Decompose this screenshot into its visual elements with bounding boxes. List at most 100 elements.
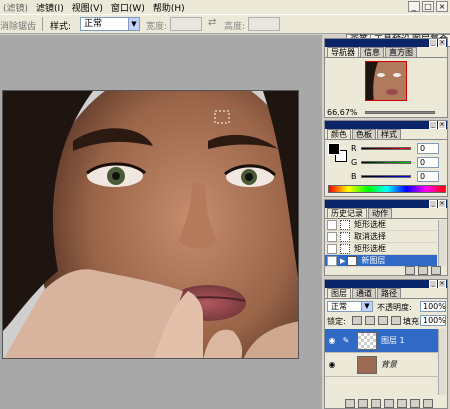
menu-item-partial[interactable]: (滤镜) [0, 1, 31, 14]
layer-list: ◉ ✎ 图层 1 ◉ 背景 [325, 329, 439, 377]
eye-icon[interactable]: ◉ [325, 360, 339, 369]
close-icon[interactable]: × [438, 121, 446, 129]
layer-row[interactable]: ◉ 背景 [325, 353, 439, 377]
eye-icon[interactable]: ◉ [325, 336, 339, 345]
tab-layers[interactable]: 图层 [327, 288, 351, 298]
trash-icon[interactable] [431, 266, 441, 275]
close-button[interactable]: × [436, 1, 448, 12]
history-item[interactable]: 矩形选框 [325, 219, 437, 231]
channel-b-value[interactable]: 0 [417, 170, 439, 182]
menu-item-window[interactable]: 窗口(W) [108, 1, 148, 14]
channel-b-slider[interactable] [361, 174, 411, 178]
history-snapshot-checkbox[interactable] [327, 243, 337, 254]
color-panel: _ × 颜色 色板 样式 R 0 G 0 B 0 [324, 120, 448, 197]
layer-style-icon[interactable] [358, 399, 368, 408]
navigator-tabs: 导航器 信息 直方图 [325, 47, 447, 58]
lock-all-icon[interactable] [391, 316, 401, 325]
history-scrollbar[interactable] [438, 220, 446, 266]
layers-panel: _ × 图层 通道 路径 正常 ▼ 不透明度: 100% 锁定: 填充: 100… [324, 279, 448, 409]
layer-row-selected[interactable]: ◉ ✎ 图层 1 [325, 329, 439, 353]
navigator-panel: _ × 导航器 信息 直方图 66.67% [324, 38, 448, 118]
style-select[interactable]: 正常 ▼ [80, 17, 140, 31]
tab-histogram[interactable]: 直方图 [385, 47, 417, 57]
history-snapshot-checkbox[interactable] [327, 219, 337, 230]
layer-name[interactable]: 图层 1 [381, 335, 405, 346]
foreground-color-swatch[interactable] [328, 143, 340, 155]
menu-item-help[interactable]: 帮助(H) [150, 1, 188, 14]
minimize-icon[interactable]: _ [429, 39, 437, 47]
minimize-button[interactable]: _ [408, 1, 420, 12]
slider-row-b: B 0 [351, 169, 446, 183]
new-document-icon[interactable] [405, 266, 415, 275]
new-group-icon[interactable] [397, 399, 407, 408]
history-snapshot-checkbox[interactable] [327, 255, 337, 266]
minimize-icon[interactable]: _ [429, 121, 437, 129]
adjustment-layer-icon[interactable] [384, 399, 394, 408]
swap-icon[interactable]: ⇄ [208, 17, 216, 28]
marquee-icon [340, 219, 350, 230]
history-item[interactable]: 矩形选框 [325, 243, 437, 255]
close-icon[interactable]: × [438, 280, 446, 288]
channel-g-value[interactable]: 0 [417, 156, 439, 168]
color-sliders: R 0 G 0 B 0 [351, 141, 446, 183]
tab-paths[interactable]: 路径 [377, 288, 401, 298]
zoom-level[interactable]: 66.67% [327, 108, 358, 117]
layers-title-bar: _ × [325, 280, 447, 288]
lock-label: 锁定: [327, 317, 346, 326]
layer-mask-icon[interactable] [371, 399, 381, 408]
tab-color[interactable]: 颜色 [327, 129, 351, 139]
lock-transparency-icon[interactable] [352, 316, 362, 325]
channel-g-slider[interactable] [361, 160, 411, 164]
trash-icon[interactable] [423, 399, 433, 408]
history-list: 矩形选框 取消选择 矩形选框 ▶ 新图层 [325, 219, 437, 267]
menu-bar: (滤镜) 滤镜(I) 视图(V) 窗口(W) 帮助(H) [0, 0, 450, 14]
lock-position-icon[interactable] [378, 316, 388, 325]
tab-actions[interactable]: 动作 [368, 208, 392, 218]
history-state-pointer-icon: ▶ [340, 256, 346, 265]
tab-swatches[interactable]: 色板 [352, 129, 376, 139]
tab-styles[interactable]: 样式 [377, 129, 401, 139]
brush-icon[interactable]: ✎ [339, 336, 353, 345]
navigator-thumbnail[interactable] [365, 61, 407, 101]
snapshot-icon[interactable] [418, 266, 428, 275]
channel-g-label: G [351, 157, 358, 167]
history-snapshot-checkbox[interactable] [327, 231, 337, 242]
width-label: 宽度: [146, 22, 168, 32]
tab-channels[interactable]: 通道 [352, 288, 376, 298]
window-controls: _ □ × [408, 1, 448, 12]
lock-image-icon[interactable] [365, 316, 375, 325]
tab-navigator[interactable]: 导航器 [327, 47, 359, 57]
portrait-image [3, 91, 298, 358]
channel-r-slider[interactable] [361, 146, 411, 150]
maximize-button[interactable]: □ [422, 1, 434, 12]
minimize-icon[interactable]: _ [429, 280, 437, 288]
layer-name[interactable]: 背景 [381, 359, 397, 370]
blend-mode-select[interactable]: 正常 ▼ [327, 301, 373, 312]
height-field[interactable] [248, 17, 280, 31]
tab-history[interactable]: 历史记录 [327, 208, 367, 218]
close-icon[interactable]: × [438, 200, 446, 208]
menu-item-filter[interactable]: 滤镜(I) [33, 1, 67, 14]
navigator-title-bar: _ × [325, 39, 447, 47]
new-layer-icon [347, 255, 358, 266]
image-canvas[interactable] [2, 90, 299, 359]
history-item[interactable]: 取消选择 [325, 231, 437, 243]
opacity-label: 不透明度: [377, 303, 412, 312]
opacity-value[interactable]: 100% [420, 301, 446, 312]
antialias-label[interactable]: 消除锯齿 [0, 19, 36, 32]
fill-value[interactable]: 100% [420, 315, 446, 326]
tab-info[interactable]: 信息 [360, 47, 384, 57]
minimize-icon[interactable]: _ [429, 200, 437, 208]
channel-r-value[interactable]: 0 [417, 142, 439, 154]
new-layer-icon[interactable] [410, 399, 420, 408]
layers-tabs: 图层 通道 路径 [325, 288, 447, 299]
history-title-bar: _ × [325, 200, 447, 208]
width-field[interactable] [170, 17, 202, 31]
menu-item-view[interactable]: 视图(V) [69, 1, 106, 14]
color-spectrum-bar[interactable] [328, 185, 446, 193]
layers-scrollbar[interactable] [438, 329, 446, 395]
zoom-slider[interactable] [365, 111, 435, 114]
fill-label: 填充: [403, 317, 422, 326]
link-icon[interactable] [345, 399, 355, 408]
close-icon[interactable]: × [438, 39, 446, 47]
